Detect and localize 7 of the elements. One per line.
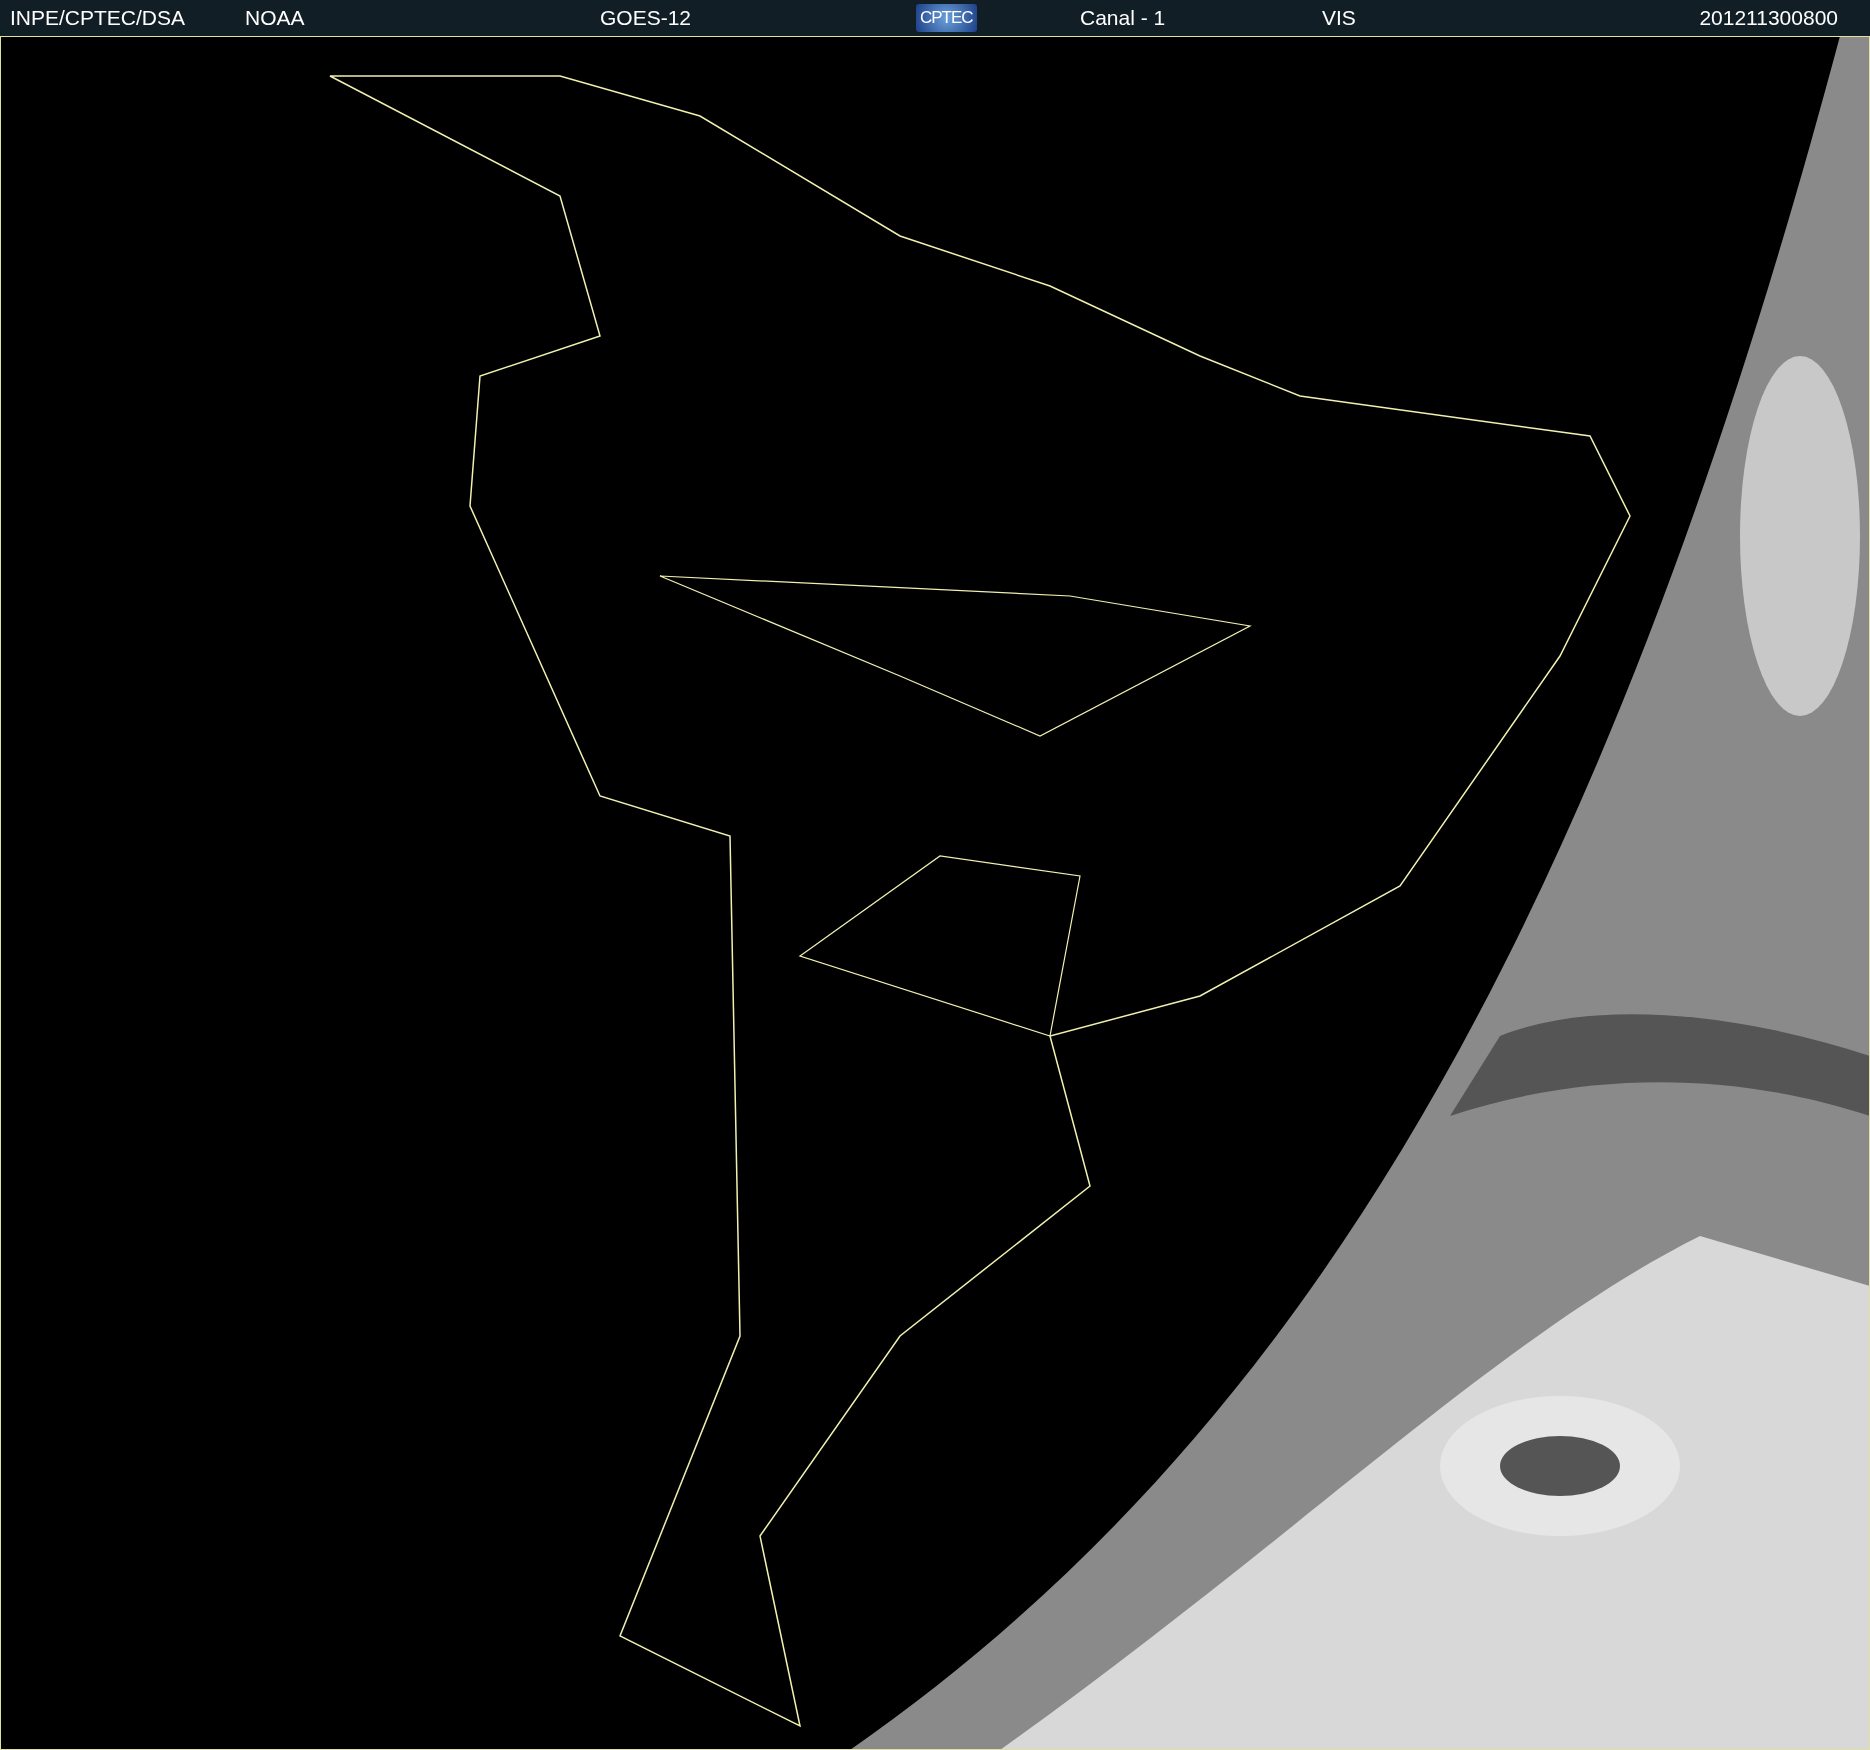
satellite-label: GOES-12 [600, 6, 692, 30]
agency-label: NOAA [245, 6, 305, 30]
band-label: VIS [1322, 6, 1356, 30]
timestamp-label: 201211300800 [1699, 6, 1838, 30]
logo: CPTEC [916, 4, 977, 32]
channel-label: Canal - 1 [1080, 6, 1166, 30]
source-label: INPE/CPTEC/DSA [10, 6, 186, 30]
